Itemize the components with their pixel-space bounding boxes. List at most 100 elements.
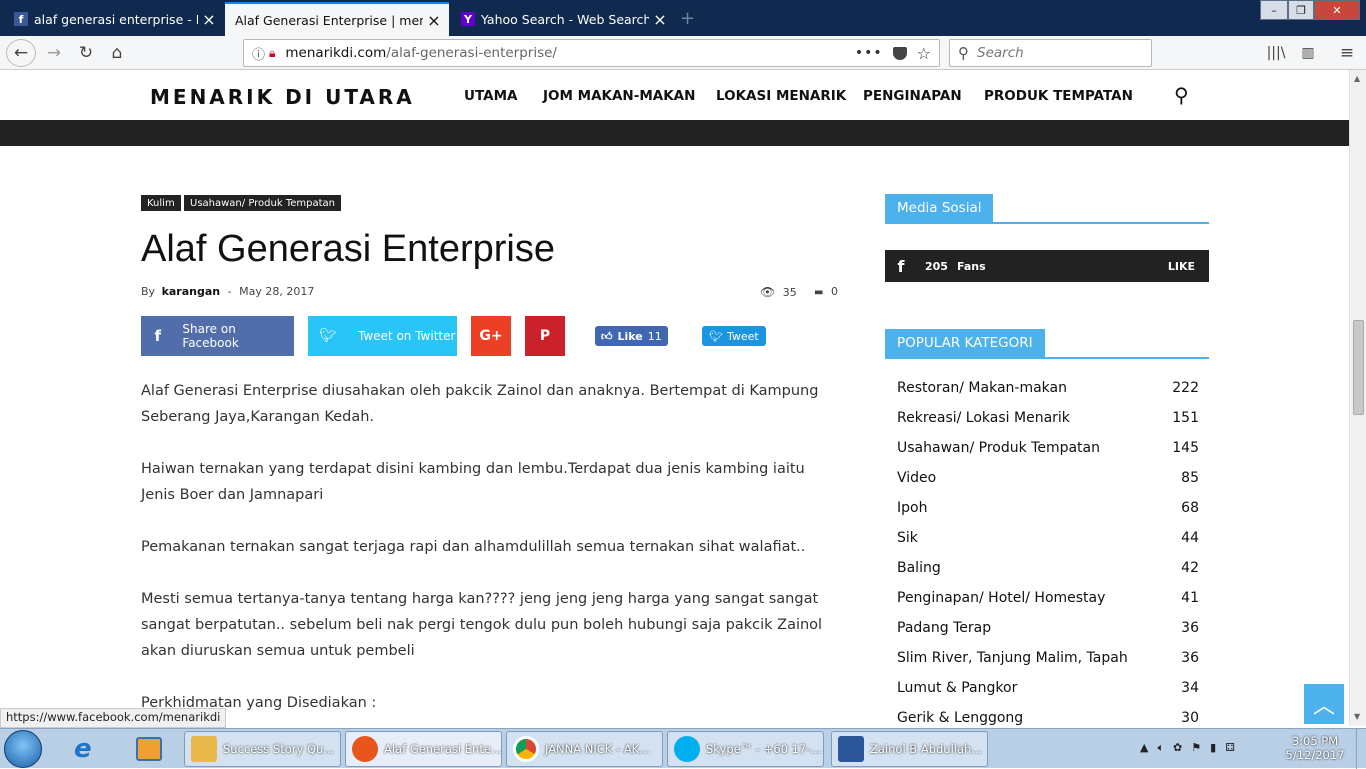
menu-lokasi-menarik[interactable]: LOKASI MENARIK	[716, 88, 846, 104]
category-row[interactable]: Penginapan/ Hotel/ Homestay 41	[897, 590, 1199, 620]
fans-label: Fans	[956, 259, 986, 273]
taskbar-item-folder[interactable]: Success Story Qu...	[184, 731, 341, 767]
taskbar-item-chrome[interactable]: JANNA NICK - AK...	[506, 731, 663, 767]
chrome-icon	[513, 736, 539, 762]
share-pinterest-button[interactable]: P	[525, 316, 565, 356]
page-actions-icon[interactable]: •••	[855, 45, 883, 61]
facebook-like-button[interactable]: 👍︎ Like 11	[595, 326, 668, 346]
back-arrow-icon[interactable]: ←	[6, 39, 36, 67]
category-row[interactable]: Restoran/ Makan-makan 222	[897, 380, 1199, 410]
facebook-favicon-icon: f	[14, 12, 28, 26]
popular-kategori-heading: POPULAR KATEGORI	[885, 329, 1209, 359]
scrollbar-thumb[interactable]	[1353, 320, 1364, 415]
category-row[interactable]: Lumut & Pangkor 34	[897, 680, 1199, 710]
close-tab-icon[interactable]: ×	[423, 11, 445, 30]
close-window-icon[interactable]: ✕	[1314, 0, 1360, 20]
clock-date: 5/12/2017	[1285, 748, 1345, 762]
category-count: 44	[1181, 530, 1199, 546]
hamburger-menu-icon[interactable]: ≡	[1333, 40, 1361, 66]
insecure-lock-icon: 🔒︎	[269, 45, 276, 60]
taskbar-item-word[interactable]: Zainol B Abdullah...	[831, 731, 988, 767]
clock[interactable]: 3:05 PM 5/12/2017	[1282, 734, 1348, 762]
media-player-icon[interactable]	[136, 737, 162, 761]
paragraph-line: Perkhidmatan yang Disediakan :	[141, 695, 377, 711]
internet-explorer-icon[interactable]: e	[74, 734, 92, 764]
menu-jom-makan[interactable]: JOM MAKAN-MAKAN	[543, 88, 695, 104]
start-button-icon[interactable]	[4, 730, 42, 768]
comments-counter[interactable]: ▬ 0	[814, 285, 838, 298]
header-dark-band	[0, 120, 1366, 146]
category-row[interactable]: Baling 42	[897, 560, 1199, 590]
fans-like-button[interactable]: LIKE	[1168, 260, 1195, 273]
forward-arrow-icon[interactable]: →	[40, 40, 68, 66]
menu-penginapan[interactable]: PENGINAPAN	[863, 88, 962, 104]
url-bar[interactable]: ⓘ 🔒︎ menarikdi.com/alaf-generasi-enterpr…	[243, 39, 940, 67]
category-name: Ipoh	[897, 500, 928, 516]
search-bar[interactable]: ⚲ Search	[949, 39, 1152, 67]
comment-icon: ▬	[814, 287, 824, 298]
url-domain: menarikdi.com	[285, 45, 387, 61]
reload-icon[interactable]: ↻	[72, 40, 100, 66]
category-row[interactable]: Usahawan/ Produk Tempatan 145	[897, 440, 1199, 470]
tweet-button[interactable]: 🐦︎ Tweet	[702, 326, 766, 346]
close-tab-icon[interactable]: ×	[198, 10, 220, 29]
scroll-down-arrow-icon[interactable]: ▼	[1354, 712, 1360, 721]
tab-yahoo[interactable]: Y Yahoo Search - Web Search ×	[451, 2, 675, 36]
site-logo[interactable]: MENARIK DI UTARA	[150, 85, 415, 109]
tab-facebook[interactable]: f alaf generasi enterprise - Facebo ×	[4, 2, 224, 36]
paragraph-line: Pemakanan ternakan sangat terjaga rapi d…	[141, 539, 806, 555]
article-title: Alaf Generasi Enterprise	[141, 228, 555, 270]
like-label: Like	[617, 329, 643, 343]
taskbar-item-firefox[interactable]: Alaf Generasi Ente...	[345, 731, 502, 767]
category-tag-kulim[interactable]: Kulim	[141, 195, 181, 211]
system-tray-icons[interactable]: ▲🔈︎✿⚑▮⚃	[1140, 741, 1244, 755]
sidebar-toggle-icon[interactable]: ▥	[1294, 40, 1322, 66]
article-paragraph: Mesti semua tertanya-tanya tentang harga…	[141, 586, 841, 664]
scroll-to-top-button[interactable]: ︿	[1304, 684, 1344, 724]
category-row[interactable]: Padang Terap 36	[897, 620, 1199, 650]
menu-produk-tempatan[interactable]: PRODUK TEMPATAN	[984, 88, 1133, 104]
share-gplus-button[interactable]: G+	[471, 316, 511, 356]
tweet-label: Tweet	[726, 329, 759, 343]
taskbar-item-label: Success Story Qu...	[223, 742, 335, 756]
tab-menarikdi[interactable]: Alaf Generasi Enterprise | menarikdi ×	[225, 2, 449, 36]
home-icon[interactable]: ⌂	[103, 40, 131, 66]
taskbar-item-skype[interactable]: Skype™ - +60 17-...	[667, 731, 824, 767]
taskbar-item-label: JANNA NICK - AK...	[545, 742, 651, 756]
category-row[interactable]: Sik 44	[897, 530, 1199, 560]
post-date: May 28, 2017	[239, 285, 315, 298]
restore-icon[interactable]: ❐	[1288, 0, 1314, 20]
paragraph-line: sangat berpatutan.. sebelum beli nak per…	[141, 617, 823, 633]
category-count: 222	[1172, 380, 1199, 396]
browser-nav-bar: ← → ↻ ⌂ ⓘ 🔒︎ menarikdi.com/alaf-generasi…	[0, 36, 1366, 70]
share-facebook-button[interactable]: f Share on Facebook	[141, 316, 294, 356]
category-count: 151	[1172, 410, 1199, 426]
new-tab-icon[interactable]: +	[680, 8, 695, 29]
tab-title: Alaf Generasi Enterprise | menarikdi	[235, 12, 423, 28]
author-link[interactable]: karangan	[162, 285, 221, 298]
category-row[interactable]: Slim River, Tanjung Malim, Tapah 36	[897, 650, 1199, 680]
page-scrollbar[interactable]: ▲ ▼	[1349, 70, 1366, 726]
pocket-icon[interactable]	[892, 46, 907, 60]
category-name: Padang Terap	[897, 620, 992, 636]
info-icon[interactable]: ⓘ	[252, 44, 265, 63]
minimize-icon[interactable]: –	[1260, 0, 1288, 20]
category-row[interactable]: Ipoh 68	[897, 500, 1199, 530]
yahoo-favicon-icon: Y	[461, 12, 475, 26]
category-row[interactable]: Gerik & Lenggong 30	[897, 710, 1199, 728]
category-tag-usahawan[interactable]: Usahawan/ Produk Tempatan	[184, 195, 341, 211]
category-row[interactable]: Video 85	[897, 470, 1199, 500]
menu-utama[interactable]: UTAMA	[464, 88, 517, 104]
share-twitter-button[interactable]: 🐦︎ Tweet on Twitter	[308, 316, 457, 356]
close-tab-icon[interactable]: ×	[649, 10, 671, 29]
paragraph-line: Alaf Generasi Enterprise diusahakan oleh…	[141, 383, 819, 399]
library-icon[interactable]: |||\	[1262, 40, 1290, 66]
category-count: 30	[1181, 710, 1199, 726]
bookmark-star-icon[interactable]: ☆	[917, 44, 931, 63]
category-row[interactable]: Rekreasi/ Lokasi Menarik 151	[897, 410, 1199, 440]
share-facebook-label: Share on Facebook	[182, 322, 239, 350]
site-search-icon[interactable]: ⚲	[1174, 83, 1189, 107]
category-name: Lumut & Pangkor	[897, 680, 1018, 696]
show-desktop-button[interactable]	[1356, 729, 1366, 769]
scroll-up-arrow-icon[interactable]: ▲	[1354, 74, 1360, 83]
